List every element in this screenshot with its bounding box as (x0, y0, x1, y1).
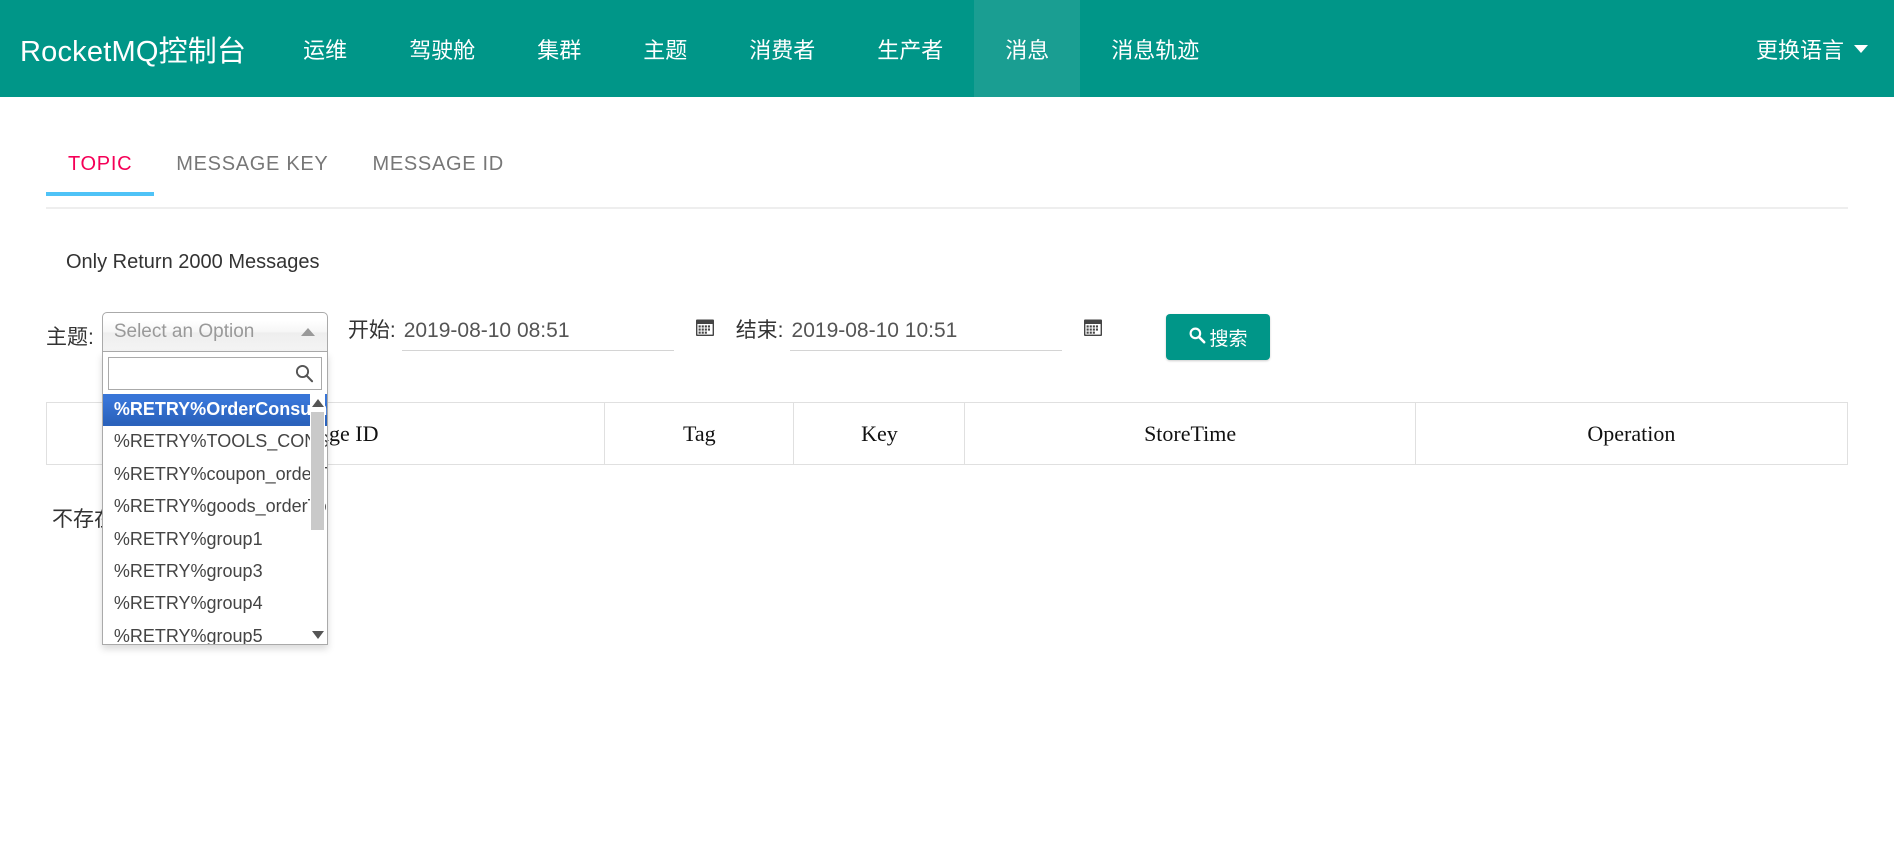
dropdown-scrollbar[interactable] (309, 394, 325, 644)
dropdown-item[interactable]: %RETRY%group3 (103, 556, 327, 588)
nav-item-message[interactable]: 消息 (974, 0, 1081, 97)
result-limit-hint: Only Return 2000 Messages (66, 251, 320, 273)
column-header-key: Key (793, 402, 966, 465)
end-time-input[interactable] (789, 317, 1062, 351)
nav-item-consumer[interactable]: 消费者 (718, 0, 846, 97)
tab-message-key[interactable]: MESSAGE KEY (154, 145, 350, 194)
nav-item-message-trace[interactable]: 消息轨迹 (1080, 0, 1230, 97)
nav-item-dashboard[interactable]: 驾驶舱 (378, 0, 506, 97)
language-switcher-label: 更换语言 (1755, 37, 1844, 63)
calendar-icon[interactable] (1082, 316, 1104, 343)
page-content: TOPIC MESSAGE KEY MESSAGE ID Only Return… (0, 145, 1894, 645)
end-time-field: 结束: (736, 312, 1104, 351)
dropdown-item[interactable]: %RETRY%TOOLS_CONSUMER (103, 426, 327, 458)
filter-bar: 主题: Select an Option %RETRY%OrderConsume… (46, 312, 1848, 645)
dropdown-item[interactable]: %RETRY%goods_orderTopic_cancel_group (103, 491, 327, 523)
top-navbar: RocketMQ控制台 运维 驾驶舱 集群 主题 消费者 生产者 消息 消息轨迹… (0, 0, 1894, 97)
topic-select-placeholder: Select an Option (113, 321, 255, 342)
language-switcher[interactable]: 更换语言 (1730, 0, 1894, 97)
search-button-label: 搜索 (1209, 328, 1248, 350)
topic-dropdown-search (103, 352, 327, 394)
chevron-up-icon (300, 328, 315, 336)
topic-search-input[interactable] (107, 357, 322, 390)
topic-dropdown-panel: %RETRY%OrderConsumer %RETRY%TOOLS_CONSUM… (101, 352, 328, 645)
scroll-down-arrow-icon[interactable] (311, 631, 324, 639)
search-mode-tabs: TOPIC MESSAGE KEY MESSAGE ID (46, 145, 1848, 209)
dropdown-item[interactable]: %RETRY%coupon_orderTopic_cancel_group (103, 459, 327, 491)
nav-links: 运维 驾驶舱 集群 主题 消费者 生产者 消息 消息轨迹 (272, 0, 1230, 97)
topic-select[interactable]: Select an Option %RETRY%OrderConsumer %R… (101, 312, 328, 645)
tab-message-id[interactable]: MESSAGE ID (350, 145, 525, 194)
nav-item-cluster[interactable]: 集群 (506, 0, 612, 97)
column-header-operation: Operation (1414, 402, 1849, 465)
search-button[interactable]: 搜索 (1165, 314, 1270, 360)
column-header-storetime: StoreTime (964, 402, 1416, 465)
topic-select-box[interactable]: Select an Option (101, 312, 328, 352)
topic-dropdown-list: %RETRY%OrderConsumer %RETRY%TOOLS_CONSUM… (102, 394, 327, 644)
end-time-label: 结束: (735, 319, 784, 342)
dropdown-item[interactable]: %RETRY%OrderConsumer (102, 394, 327, 427)
dropdown-item[interactable]: %RETRY%group4 (103, 588, 327, 620)
topic-label: 主题: (46, 326, 94, 349)
dropdown-item[interactable]: %RETRY%group1 (103, 524, 327, 556)
calendar-icon[interactable] (694, 316, 716, 343)
begin-time-label: 开始: (347, 319, 396, 342)
scroll-up-arrow-icon[interactable] (311, 399, 324, 407)
column-header-tag: Tag (604, 402, 795, 465)
begin-time-field: 开始: (348, 312, 716, 351)
scrollbar-thumb[interactable] (310, 412, 324, 530)
nav-item-topic[interactable]: 主题 (612, 0, 718, 97)
brand-title[interactable]: RocketMQ控制台 (0, 0, 272, 97)
nav-item-ops[interactable]: 运维 (272, 0, 378, 97)
search-icon (1188, 326, 1206, 348)
tab-topic[interactable]: TOPIC (46, 145, 155, 196)
dropdown-item[interactable]: %RETRY%group5 (103, 621, 327, 644)
chevron-down-icon (1854, 44, 1868, 53)
begin-time-input[interactable] (401, 317, 674, 351)
nav-item-producer[interactable]: 生产者 (846, 0, 974, 97)
